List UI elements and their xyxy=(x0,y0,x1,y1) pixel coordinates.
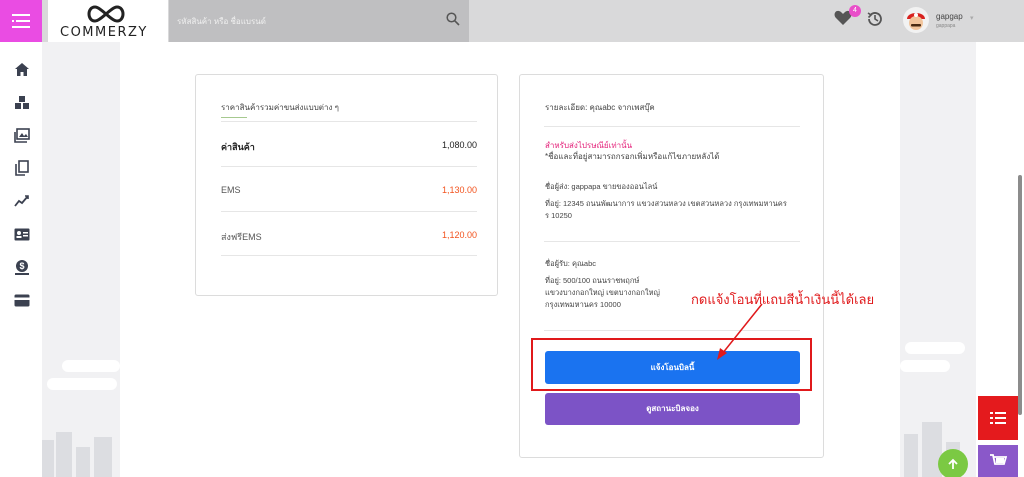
avatar[interactable] xyxy=(903,7,929,33)
logo-text: COMMERZY xyxy=(60,25,148,40)
detail-title: รายละเอียด: คุณabc จากเพสบุ๊ค xyxy=(545,103,655,112)
price-row: ส่งฟรีEMS 1,120.00 xyxy=(221,211,477,256)
search-input[interactable] xyxy=(177,13,437,29)
price-row-label: EMS xyxy=(221,185,241,195)
cart-icon xyxy=(990,454,1007,465)
divider xyxy=(221,255,477,256)
list-menu-button[interactable] xyxy=(978,396,1018,440)
divider xyxy=(544,126,800,127)
price-row-label: ส่งฟรีEMS xyxy=(221,232,262,242)
title-underline xyxy=(221,117,247,118)
arrow-up-icon xyxy=(948,458,958,469)
receiver-address-cont: กรุงเทพมหานคร 10000 xyxy=(545,300,621,309)
menu-button[interactable] xyxy=(0,0,42,42)
background-decoration-left xyxy=(42,42,120,477)
view-booking-status-button[interactable]: ดูสถานะบิลจอง xyxy=(545,393,800,425)
money-icon[interactable]: $ xyxy=(13,258,31,276)
divider xyxy=(544,241,800,242)
chevron-down-icon[interactable]: ▾ xyxy=(970,14,974,22)
logo[interactable]: COMMERZY xyxy=(48,0,168,42)
price-row-value: 1,130.00 xyxy=(441,185,477,195)
receiver-name: ชื่อผู้รับ: คุณabc xyxy=(545,259,597,268)
sender-address-cont: ร 10250 xyxy=(545,211,572,220)
bill-detail-card: รายละเอียด: คุณabc จากเพสบุ๊ค สำหรับส่งไ… xyxy=(519,74,824,458)
top-bar: COMMERZY 4 gapgap gappapa ▾ xyxy=(0,0,1024,42)
svg-text:$: $ xyxy=(19,261,24,271)
infinity-logo-icon xyxy=(87,5,125,23)
mario-avatar-icon xyxy=(907,13,925,30)
scrollbar[interactable] xyxy=(1018,175,1022,415)
chart-icon[interactable] xyxy=(13,192,31,210)
menu-icon xyxy=(12,14,30,28)
price-summary-title: ราคาสินค้ารวมค่าขนส่งแบบต่าง ๆ xyxy=(221,103,339,112)
price-summary-card: ราคาสินค้ารวมค่าขนส่งแบบต่าง ๆ ค่าสินค้า… xyxy=(195,74,498,296)
annotation-arrow-icon xyxy=(717,303,763,360)
copy-icon[interactable] xyxy=(13,159,31,177)
scroll-to-top-button[interactable] xyxy=(938,449,968,477)
main-content: ราคาสินค้ารวมค่าขนส่งแบบต่าง ๆ ค่าสินค้า… xyxy=(120,42,900,477)
background-decoration-right xyxy=(900,42,976,477)
sender-name: ชื่อผู้ส่ง: gappapa ขายของออนไลน์ xyxy=(545,182,658,191)
user-subtitle: gappapa xyxy=(936,23,956,29)
id-card-icon[interactable] xyxy=(13,225,31,243)
receiver-address: ที่อยู่: 500/100 ถนนราชพฤกษ์ xyxy=(545,276,640,285)
boxes-icon[interactable] xyxy=(13,93,31,111)
sender-address: ที่อยู่: 12345 ถนนพัฒนาการ แขวงสวนหลวง เ… xyxy=(545,199,787,208)
price-row: EMS 1,130.00 xyxy=(221,166,477,211)
cart-button[interactable] xyxy=(978,445,1018,477)
receiver-address-cont: แขวงบางกอกใหญ่ เขตบางกอกใหญ่ xyxy=(545,288,660,297)
search-bar xyxy=(169,0,469,42)
price-row-value: 1,080.00 xyxy=(441,140,477,150)
history-icon[interactable] xyxy=(866,10,884,28)
wishlist-badge: 4 xyxy=(849,5,861,17)
list-icon xyxy=(990,412,1006,424)
price-row-value: 1,120.00 xyxy=(441,230,477,240)
price-row-label: ค่าสินค้า xyxy=(221,142,255,152)
edit-later-note: *ชื่อและที่อยู่สามารถกรอกเพิ่มหรือแก้ไขภ… xyxy=(545,152,720,161)
price-row: ค่าสินค้า 1,080.00 xyxy=(221,121,477,166)
home-icon[interactable] xyxy=(13,60,31,78)
search-icon[interactable] xyxy=(446,12,460,26)
left-sidebar: $ xyxy=(0,42,42,477)
user-name[interactable]: gapgap xyxy=(936,12,963,21)
card-icon[interactable] xyxy=(13,291,31,309)
gallery-icon[interactable] xyxy=(13,126,31,144)
